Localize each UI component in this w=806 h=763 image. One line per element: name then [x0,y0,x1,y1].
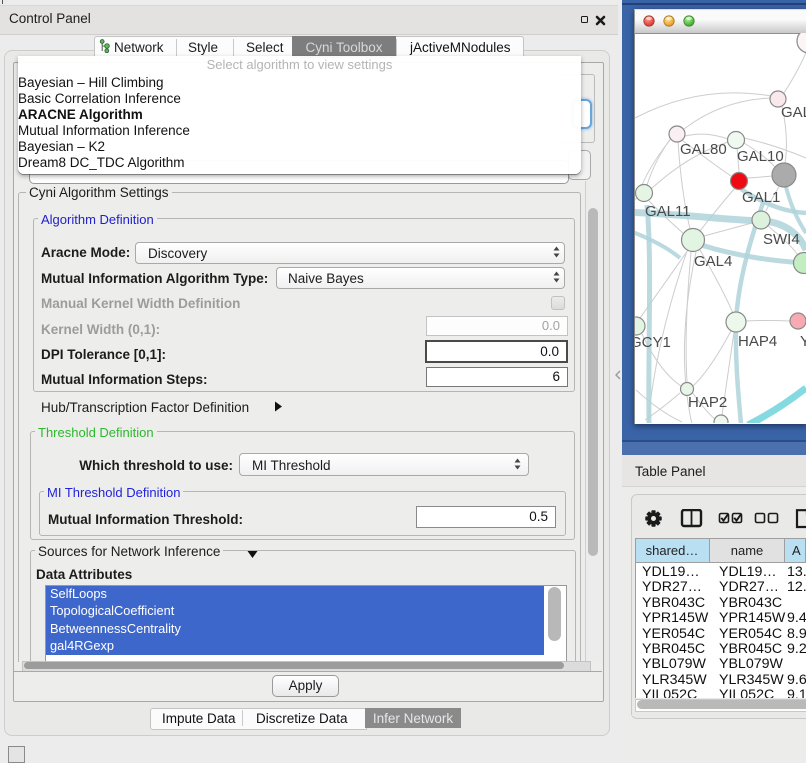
svg-text:GAL10: GAL10 [737,148,784,165]
svg-text:GAL2: GAL2 [781,104,806,121]
svg-text:HAP2: HAP2 [688,394,727,411]
svg-text:GAL4: GAL4 [694,253,732,270]
svg-text:YJ: YJ [800,333,806,350]
svg-text:HAP4: HAP4 [738,333,777,350]
svg-text:SWI4: SWI4 [763,231,800,248]
svg-text:GCY1: GCY1 [635,334,671,351]
svg-text:GAL11: GAL11 [645,203,691,220]
svg-text:GAL80: GAL80 [680,141,727,158]
svg-text:GAL1: GAL1 [742,189,780,206]
